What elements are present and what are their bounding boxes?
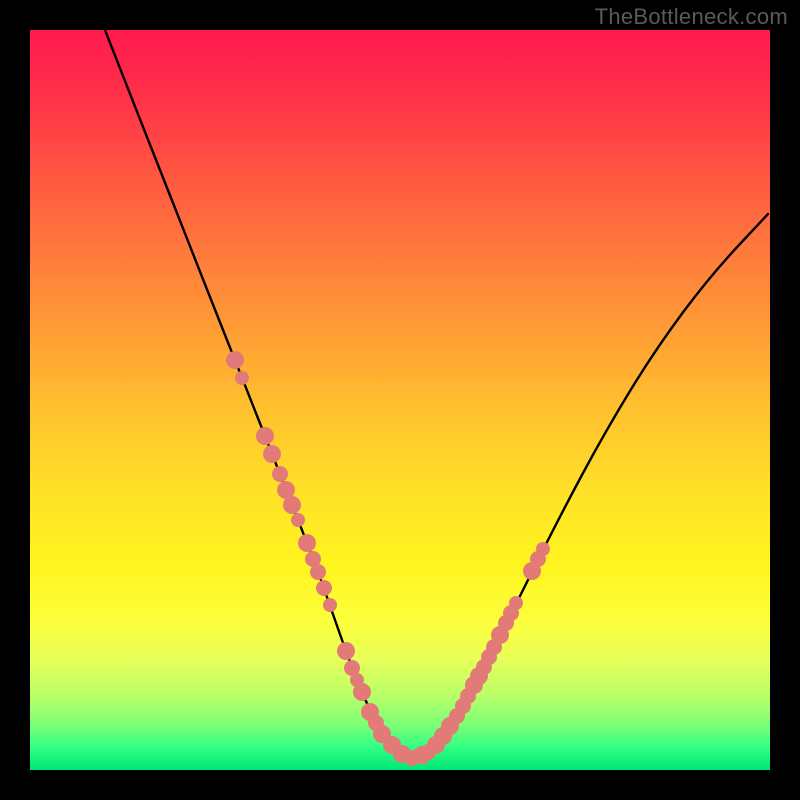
curve-dot bbox=[283, 496, 301, 514]
curve-dot bbox=[536, 542, 550, 556]
watermark-label: TheBottleneck.com bbox=[595, 4, 788, 30]
curve-dot bbox=[256, 427, 274, 445]
chart-frame: TheBottleneck.com bbox=[0, 0, 800, 800]
curve-dot bbox=[226, 351, 244, 369]
curve-dot bbox=[310, 564, 326, 580]
plot-area bbox=[30, 30, 770, 770]
curve-dot bbox=[298, 534, 316, 552]
curve-dot bbox=[316, 580, 332, 596]
curve-dot bbox=[235, 371, 249, 385]
curve-dot bbox=[337, 642, 355, 660]
curve-dot bbox=[272, 466, 288, 482]
curve-dot bbox=[323, 598, 337, 612]
curve-dot bbox=[291, 513, 305, 527]
curve-dots bbox=[226, 351, 550, 766]
curve-dot bbox=[509, 596, 523, 610]
bottleneck-curve bbox=[105, 30, 768, 756]
curve-dot bbox=[263, 445, 281, 463]
bottleneck-curve-svg bbox=[30, 30, 770, 770]
curve-dot bbox=[353, 683, 371, 701]
